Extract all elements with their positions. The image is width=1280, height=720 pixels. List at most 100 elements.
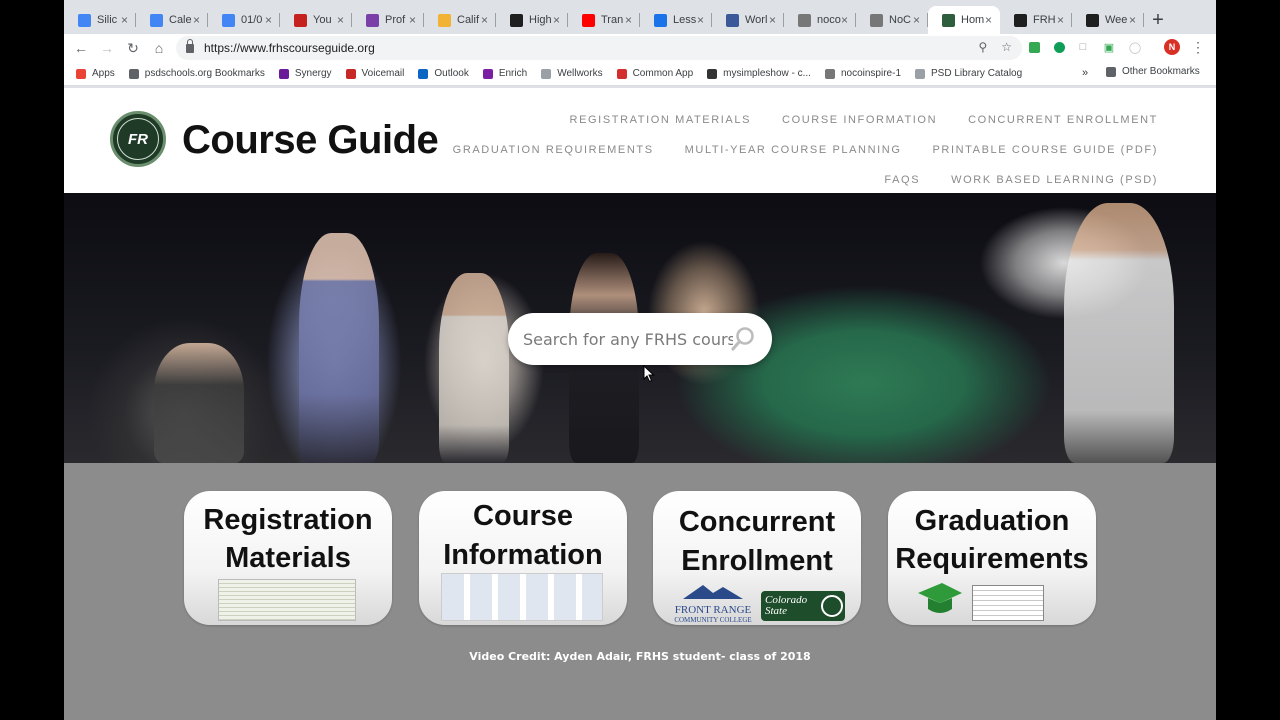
close-icon[interactable]: × <box>1129 13 1136 27</box>
bookmark-item[interactable]: Apps <box>76 68 115 79</box>
browser-tab[interactable]: Worl × <box>712 6 784 34</box>
bookmark-item[interactable]: Outlook <box>418 68 469 79</box>
browser-tab[interactable]: You × <box>280 6 352 34</box>
nav-link[interactable]: Graduation Requirements <box>453 144 654 156</box>
tab-title: FRH <box>1033 14 1056 26</box>
bookmark-item[interactable]: mysimpleshow - c... <box>707 68 811 79</box>
mouse-cursor-icon <box>643 365 655 383</box>
lock-icon <box>186 38 194 53</box>
bookmark-label: Synergy <box>294 68 332 79</box>
browser-tab[interactable]: Less × <box>640 6 712 34</box>
close-icon[interactable]: × <box>265 13 272 27</box>
nav-link[interactable]: Course Information <box>782 114 937 126</box>
close-icon[interactable]: × <box>625 13 632 27</box>
bookmark-item[interactable]: Common App <box>616 68 693 79</box>
tab-title: NoC <box>889 14 912 26</box>
commonapp-icon <box>616 68 627 79</box>
tab-title: 01/0 <box>241 14 263 26</box>
close-icon[interactable]: × <box>913 13 920 27</box>
close-icon[interactable]: × <box>553 13 560 27</box>
new-tab-icon[interactable]: + <box>1144 6 1172 34</box>
tab-title: Prof <box>385 14 406 26</box>
profile-avatar[interactable]: N <box>1164 39 1180 55</box>
tile-course-information[interactable]: Course Information <box>419 491 627 625</box>
sun-icon <box>438 13 451 27</box>
bookmark-item[interactable]: Voicemail <box>345 68 404 79</box>
extension-car-icon[interactable]: ▣ <box>1102 39 1116 55</box>
screen: Silic × Cale × 01/0 × You × Prof × Calif × High × Tran… <box>0 0 1280 720</box>
nav-link[interactable]: Work Based Learning (PSD) <box>951 174 1158 186</box>
zoom-icon[interactable]: ⚲ <box>978 40 987 54</box>
tab-title: noco <box>817 14 841 26</box>
bookmark-item[interactable]: nocoinspire-1 <box>824 68 902 79</box>
address-bar[interactable]: https://www.frhscourseguide.org ⚲ ☆ <box>176 36 1022 60</box>
tile-graduation-requirements[interactable]: Graduation Requirements <box>888 491 1096 625</box>
browser-tab[interactable]: Tran × <box>568 6 640 34</box>
bookmarks-overflow-icon[interactable]: » <box>1082 67 1088 79</box>
page-icon <box>915 68 926 79</box>
browser-tab[interactable]: Wee × <box>1072 6 1144 34</box>
nav-link[interactable]: Concurrent Enrollment <box>968 114 1158 126</box>
site-title[interactable]: Course Guide <box>182 118 439 163</box>
frcc-sub: COMMUNITY COLLEGE <box>674 616 752 624</box>
extension-green-icon[interactable] <box>1028 39 1040 55</box>
close-icon[interactable]: × <box>697 13 704 27</box>
tile-registration-materials[interactable]: Registration Materials <box>184 491 392 625</box>
browser-tab[interactable]: Cale × <box>136 6 208 34</box>
w-icon <box>1086 13 1099 27</box>
close-icon[interactable]: × <box>841 13 848 27</box>
bookmark-item[interactable]: PSD Library Catalog <box>915 68 1022 79</box>
close-icon[interactable]: × <box>769 13 776 27</box>
extension-badge-icon[interactable] <box>1052 39 1066 55</box>
bookmark-item[interactable]: Synergy <box>278 68 332 79</box>
nav-link[interactable]: Registration Materials <box>570 114 751 126</box>
bookmark-item[interactable]: psdschools.org Bookmarks <box>128 68 265 79</box>
close-icon[interactable]: × <box>985 13 992 27</box>
school-logo[interactable]: FR <box>110 111 166 167</box>
course-search-input[interactable] <box>523 329 733 349</box>
menu-dots-icon[interactable]: ⋮ <box>1191 39 1205 55</box>
forward-icon[interactable]: → <box>94 35 120 61</box>
bookmark-label: nocoinspire-1 <box>840 68 902 79</box>
browser-tab[interactable]: Hom × <box>928 6 1000 34</box>
w-blue-icon <box>654 13 667 27</box>
nav-row: Graduation Requirements Multi-Year Course… <box>453 135 1158 165</box>
close-icon[interactable]: × <box>409 13 416 27</box>
browser-tab[interactable]: Silic × <box>64 6 136 34</box>
back-icon[interactable]: ← <box>68 35 94 61</box>
purple-form-icon <box>366 13 379 27</box>
tile-label: Registration <box>203 504 373 536</box>
tile-concurrent-enrollment[interactable]: Concurrent Enrollment FRONT RANGE COMMUN… <box>653 491 861 625</box>
search-icon[interactable] <box>730 326 756 352</box>
nav-link[interactable]: Printable Course Guide (PDF) <box>932 144 1158 156</box>
browser-tab[interactable]: Calif × <box>424 6 496 34</box>
close-icon[interactable]: × <box>121 13 128 27</box>
tab-title: Wee <box>1105 14 1128 26</box>
extension-cast-icon[interactable]: □ <box>1076 39 1090 55</box>
close-icon[interactable]: × <box>193 13 200 27</box>
home-icon[interactable]: ⌂ <box>146 35 172 61</box>
browser-tab[interactable]: Prof × <box>352 6 424 34</box>
close-icon[interactable]: × <box>1057 13 1064 27</box>
browser-tab[interactable]: High × <box>496 6 568 34</box>
google-docs-icon <box>150 13 163 27</box>
browser-tab[interactable]: 01/0 × <box>208 6 280 34</box>
nav-link[interactable]: FAQs <box>884 174 920 186</box>
registration-form-thumbnail <box>218 579 356 621</box>
bookmark-star-icon[interactable]: ☆ <box>1001 40 1012 54</box>
video-credit: Video Credit: Ayden Adair, FRHS student-… <box>469 650 811 663</box>
bookmark-item[interactable]: Wellworks <box>541 68 603 79</box>
hero-figure <box>439 273 509 463</box>
browser-tab[interactable]: noco × <box>784 6 856 34</box>
nav-link[interactable]: Multi-Year Course Planning <box>685 144 902 156</box>
close-icon[interactable]: × <box>481 13 488 27</box>
browser-tab[interactable]: NoC × <box>856 6 928 34</box>
bookmark-item[interactable]: Enrich <box>482 68 527 79</box>
extension-clock-icon[interactable]: ◯ <box>1128 39 1142 55</box>
tab-title: Hom <box>961 14 985 26</box>
browser-tab[interactable]: FRH × <box>1000 6 1072 34</box>
close-icon[interactable]: × <box>337 13 344 27</box>
reload-icon[interactable]: ↻ <box>120 35 146 61</box>
course-search-box <box>508 313 772 365</box>
other-bookmarks[interactable]: Other Bookmarks <box>1106 66 1200 77</box>
